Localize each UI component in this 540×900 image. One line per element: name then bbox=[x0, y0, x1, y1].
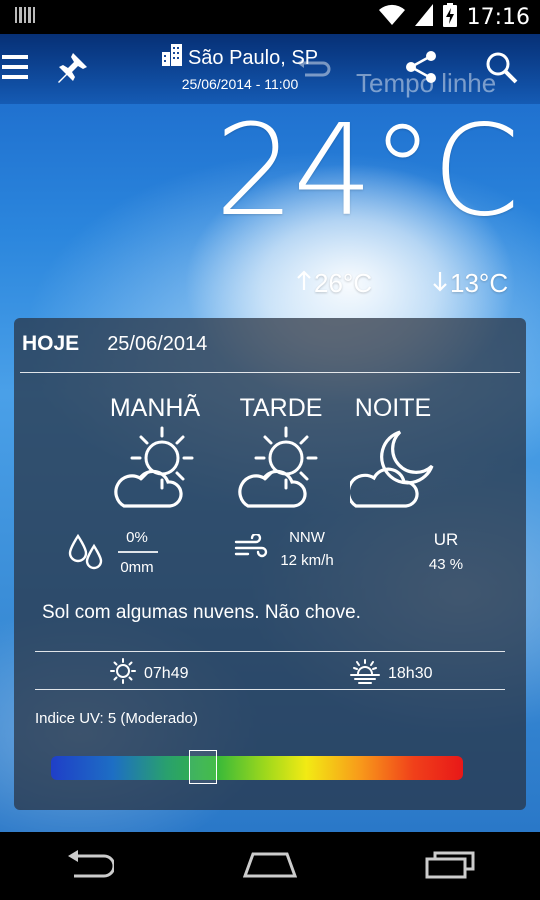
uv-scale-bar bbox=[51, 756, 463, 780]
barcode-icon bbox=[14, 5, 36, 30]
today-date: 25/06/2014 bbox=[107, 333, 208, 355]
period-morning-label: MANHÃ bbox=[109, 394, 201, 422]
wifi-icon bbox=[378, 4, 405, 31]
sun-bottom-divider bbox=[35, 689, 505, 690]
period-night-label: NOITE bbox=[354, 394, 432, 422]
battery-charging-icon bbox=[442, 2, 457, 32]
home-button[interactable] bbox=[230, 841, 310, 891]
weather-description: Sol com algumas nuvens. Não chove. bbox=[42, 602, 361, 623]
card-header: HOJE 25/06/2014 bbox=[22, 332, 207, 356]
sunrise-icon bbox=[110, 658, 136, 689]
wind-speed: 12 km/h bbox=[280, 552, 334, 569]
night-cloudy-icon bbox=[346, 426, 440, 515]
refresh-button[interactable] bbox=[292, 48, 334, 90]
arrow-down-icon bbox=[432, 268, 448, 299]
search-icon bbox=[484, 50, 518, 89]
uv-index: Indice UV: 5 (Moderado) bbox=[35, 710, 198, 727]
humidity-value: 43 % bbox=[428, 556, 464, 573]
rain-probability: 0% bbox=[126, 529, 148, 546]
uv-index-label: Indice UV: bbox=[35, 710, 104, 727]
current-temperature: 24°C bbox=[214, 97, 520, 244]
uv-index-value: 5 (Moderado) bbox=[107, 710, 198, 727]
search-button[interactable] bbox=[480, 48, 522, 90]
status-bar: 17:16 bbox=[0, 0, 540, 34]
refresh-icon bbox=[295, 55, 331, 84]
sunrise-time: 07h49 bbox=[144, 664, 189, 682]
app-bar: Tempo linhe São Paulo, SP 25/06/2014 - 1… bbox=[0, 34, 540, 104]
raindrops-icon bbox=[68, 532, 104, 577]
recent-apps-button[interactable] bbox=[410, 841, 490, 891]
pin-button[interactable] bbox=[52, 48, 94, 90]
wind-direction: NNW bbox=[289, 529, 325, 546]
share-icon bbox=[404, 50, 438, 89]
humidity-label: UR bbox=[433, 530, 459, 549]
home-icon bbox=[242, 850, 298, 883]
sun-top-divider bbox=[35, 651, 505, 652]
period-afternoon-label: TARDE bbox=[239, 394, 323, 422]
partly-cloudy-icon bbox=[234, 426, 324, 515]
today-label: HOJE bbox=[22, 332, 80, 355]
recent-apps-icon bbox=[425, 849, 475, 884]
min-temperature-value: 13°C bbox=[450, 268, 509, 298]
wind-icon bbox=[234, 532, 268, 565]
sunrise: 07h49 bbox=[110, 658, 189, 689]
min-temperature: 13°C bbox=[432, 268, 508, 299]
header-divider bbox=[20, 372, 520, 373]
back-icon bbox=[66, 849, 116, 883]
sunset-time: 18h30 bbox=[388, 664, 433, 682]
today-forecast-card[interactable]: HOJE 25/06/2014 MANHÃ TARDE NOITE 0% 0mm… bbox=[14, 318, 526, 810]
back-button[interactable] bbox=[50, 841, 130, 891]
arrow-up-icon bbox=[296, 268, 312, 299]
max-temperature-value: 26°C bbox=[314, 268, 373, 298]
signal-icon bbox=[414, 3, 433, 31]
rain-amount: 0mm bbox=[120, 559, 154, 576]
hamburger-menu-icon bbox=[2, 53, 28, 86]
share-button[interactable] bbox=[400, 48, 442, 90]
sunset-icon bbox=[350, 658, 380, 689]
navigation-bar bbox=[0, 832, 540, 900]
building-icon bbox=[161, 44, 182, 72]
pin-icon bbox=[56, 50, 90, 89]
max-temperature: 26°C bbox=[296, 268, 372, 299]
sunset: 18h30 bbox=[350, 658, 433, 689]
partly-cloudy-icon bbox=[110, 426, 200, 515]
rain-divider bbox=[118, 551, 158, 553]
menu-button[interactable] bbox=[0, 48, 36, 90]
uv-level-marker bbox=[189, 750, 218, 784]
status-clock: 17:16 bbox=[466, 4, 530, 30]
